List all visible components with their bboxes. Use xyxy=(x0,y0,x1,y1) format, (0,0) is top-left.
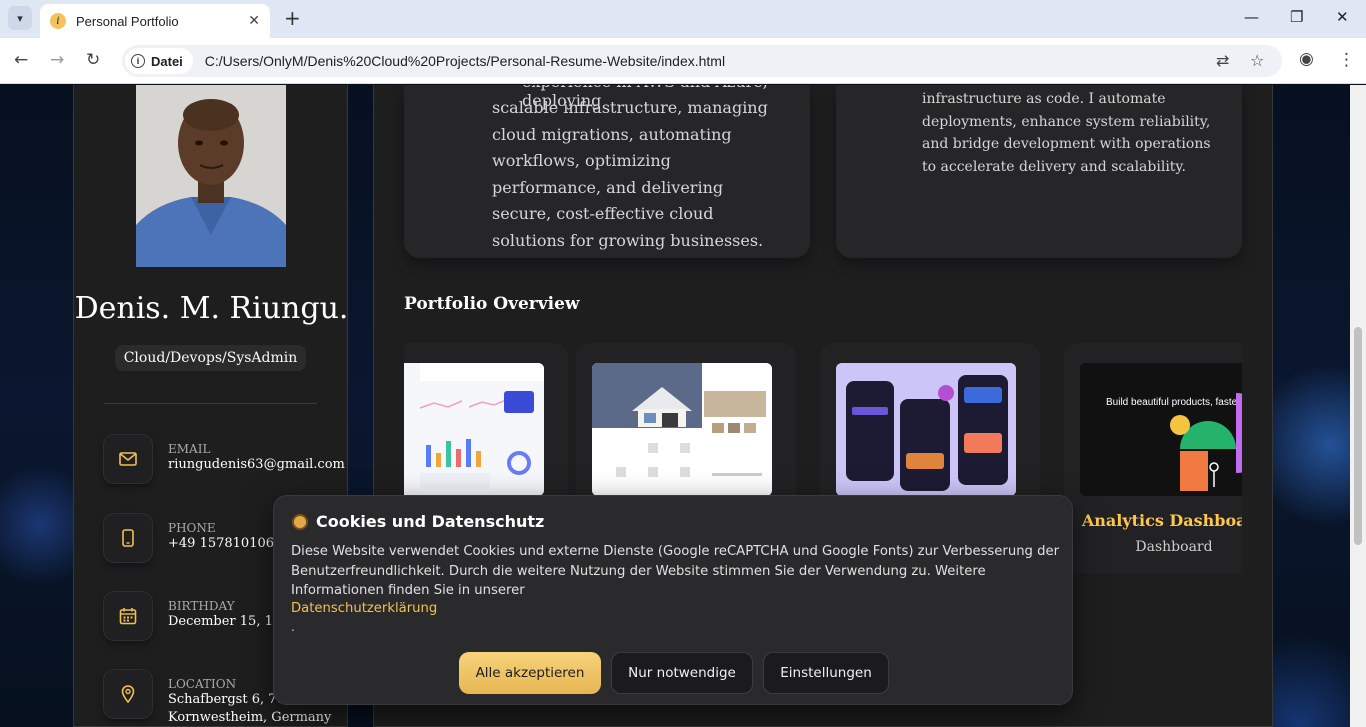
browser-tab-bar: ▾ i Personal Portfolio ✕ + — ❐ ✕ xyxy=(0,0,1366,38)
accept-all-button[interactable]: Alle akzeptieren xyxy=(459,652,601,694)
project-thumbnail xyxy=(836,363,1016,496)
translate-icon[interactable]: ⇄ xyxy=(1216,51,1229,70)
divider xyxy=(104,403,317,404)
info-icon: i xyxy=(131,54,145,68)
project-title[interactable]: Analytics Dashboard xyxy=(1064,511,1242,530)
cookie-icon xyxy=(292,513,308,530)
profile-icon[interactable]: ◉ xyxy=(1299,49,1314,69)
location-value-line2: Kornwestheim, Germany xyxy=(168,710,332,725)
contact-title: Phone xyxy=(168,521,216,535)
address-bar[interactable]: i Datei C:/Users/OnlyM/Denis%20Cloud%20P… xyxy=(122,45,1282,77)
reload-icon[interactable]: ↻ xyxy=(86,50,100,70)
project-thumbnail xyxy=(592,363,772,496)
cookie-description: Diese Website verwendet Cookies und exte… xyxy=(291,544,1060,598)
privacy-policy-link[interactable]: Datenschutzerklärung xyxy=(291,601,437,616)
calendar-icon xyxy=(104,592,152,640)
site-info-chip[interactable]: i Datei xyxy=(125,48,193,74)
cookie-title: Cookies und Datenschutz xyxy=(292,512,544,531)
necessary-only-button[interactable]: Nur notwendige xyxy=(611,652,753,694)
menu-icon[interactable]: ⋮ xyxy=(1338,50,1355,70)
browser-tab[interactable]: i Personal Portfolio ✕ xyxy=(40,4,270,38)
contact-title: Location xyxy=(168,677,237,691)
project-thumbnail: Build beautiful products, faster. xyxy=(1080,363,1242,496)
cookie-title-text: Cookies und Datenschutz xyxy=(316,512,545,531)
browser-toolbar: ← → ↻ i Datei C:/Users/OnlyM/Denis%20Clo… xyxy=(0,38,1366,84)
scrollbar-thumb[interactable] xyxy=(1354,327,1362,545)
back-icon[interactable]: ← xyxy=(14,50,28,70)
cookie-dot: . xyxy=(291,620,295,634)
project-category: Dashboard xyxy=(1135,539,1213,555)
profile-photo xyxy=(136,85,286,267)
service-card-cloud: experience in AWS and Azure, deploying s… xyxy=(404,85,810,258)
minimize-icon[interactable]: — xyxy=(1244,8,1259,26)
project-thumbnail xyxy=(404,363,544,496)
cookie-settings-button[interactable]: Einstellungen xyxy=(763,652,889,694)
close-window-icon[interactable]: ✕ xyxy=(1336,8,1349,26)
restore-icon[interactable]: ❐ xyxy=(1290,8,1303,26)
email-link[interactable]: riungudenis63@gmail.com xyxy=(168,457,345,472)
location-icon xyxy=(104,670,152,718)
phone-icon xyxy=(104,514,152,562)
role-badge: Cloud/Devops/SysAdmin xyxy=(115,345,306,371)
favicon-icon: i xyxy=(50,13,66,29)
page-scrollbar[interactable] xyxy=(1350,85,1366,727)
bookmark-star-icon[interactable]: ☆ xyxy=(1250,51,1264,70)
profile-name: Denis. M. Riungu. xyxy=(74,291,349,326)
forward-icon[interactable]: → xyxy=(50,50,64,70)
contact-title: Email xyxy=(168,442,211,456)
cookie-consent-dialog: Cookies und Datenschutz Diese Website ve… xyxy=(273,495,1073,705)
site-info-label: Datei xyxy=(151,53,183,69)
new-tab-icon[interactable]: + xyxy=(284,8,301,28)
service-text: infrastructure as code. I automate deplo… xyxy=(922,91,1211,175)
contact-title: Birthday xyxy=(168,599,235,613)
service-text: scalable infrastructure, managing cloud … xyxy=(492,98,768,250)
mail-icon xyxy=(104,435,152,483)
close-tab-icon[interactable]: ✕ xyxy=(248,13,260,29)
tab-title: Personal Portfolio xyxy=(76,13,179,29)
service-card-devops: infrastructure as code. I automate deplo… xyxy=(836,85,1242,258)
section-title: Portfolio Overview xyxy=(404,294,580,314)
tab-search-button[interactable]: ▾ xyxy=(8,6,32,30)
url-text: C:/Users/OnlyM/Denis%20Cloud%20Projects/… xyxy=(204,53,726,69)
thumbnail-text: Build beautiful products, faster. xyxy=(1106,397,1242,408)
project-card[interactable]: Build beautiful products, faster. Analyt… xyxy=(1064,343,1242,573)
